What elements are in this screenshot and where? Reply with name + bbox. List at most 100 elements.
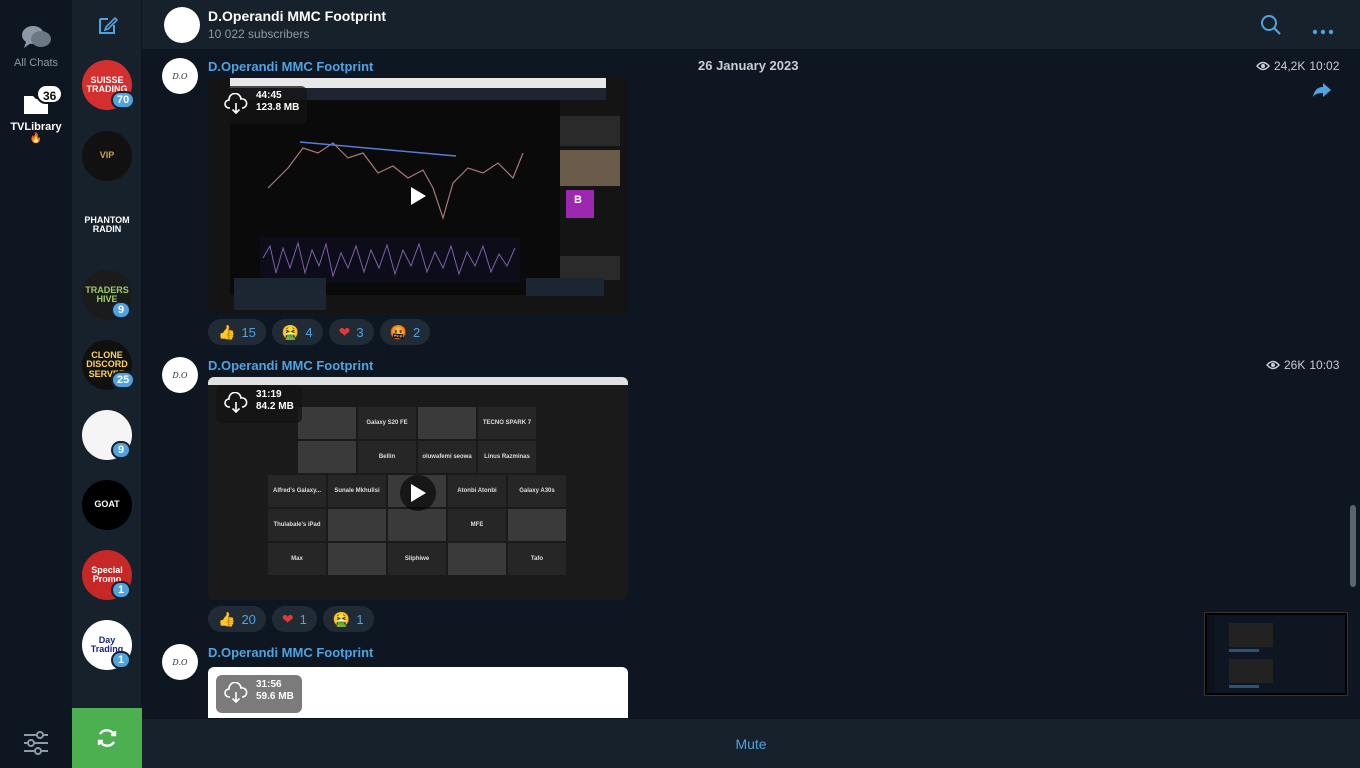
participant-name: MFE: [470, 522, 484, 528]
chat-view: D.Operandi MMC Footprint 10 022 subscrib…: [142, 0, 1360, 768]
video-player[interactable]: 31:56 59.6 MB: [208, 667, 628, 718]
participant-tile: Alfred's Galaxy...: [268, 475, 326, 507]
video-info-badge[interactable]: 31:56 59.6 MB: [216, 675, 302, 713]
chat-bubbles-icon: [22, 26, 51, 48]
more-options-icon[interactable]: [1312, 22, 1334, 40]
reaction-bar: 👍 20 ❤ 1 🤮 1: [208, 606, 374, 632]
chat-avatar-label: PHANTOM RADIN: [84, 214, 130, 234]
participant-tile: oluwafemi seowa: [418, 441, 476, 473]
participant-tile: [328, 509, 386, 541]
participant-tile: Galaxy S20 FE: [358, 407, 416, 439]
participant-tile: Sunale Mkhulisi: [328, 475, 386, 507]
unread-badge: 1: [111, 651, 131, 669]
participant-tile: [508, 509, 566, 541]
folder-unread-badge: 36: [36, 84, 64, 104]
message-avatar[interactable]: D.O: [162, 357, 198, 393]
participant-tile: [418, 407, 476, 439]
picture-in-picture-preview[interactable]: [1205, 613, 1347, 695]
video-player[interactable]: B 44:45 123.8 MB: [208, 78, 628, 313]
message-meta: 24,2K 10:02: [1256, 59, 1339, 73]
video-info-badge[interactable]: 44:45 123.8 MB: [216, 86, 308, 124]
view-count: 26K: [1284, 358, 1306, 372]
message-time: 10:03: [1309, 358, 1340, 372]
participant-name: Sunale Mkhulisi: [334, 488, 380, 494]
share-icon[interactable]: [1312, 82, 1332, 103]
participant-tile: Atonbi Atonbi: [448, 475, 506, 507]
unread-badge: 9: [111, 441, 131, 459]
participant-name: Alfred's Galaxy...: [272, 488, 321, 494]
chat-avatar[interactable]: GOAT: [82, 480, 132, 530]
folder-label: All Chats: [13, 57, 59, 69]
video-info-badge[interactable]: 31:19 84.2 MB: [216, 385, 302, 423]
folder-all-chats[interactable]: All Chats: [0, 24, 72, 69]
message-sender[interactable]: D.Operandi MMC Footprint: [208, 645, 373, 660]
chat-avatar[interactable]: VIP: [82, 131, 132, 181]
video-player[interactable]: Galaxy S20 FE TECNO SPARK 7 Bellin oluwafem…: [208, 377, 628, 600]
message-avatar[interactable]: D.O: [162, 644, 198, 680]
unread-badge: 1: [111, 581, 131, 599]
reaction-heart[interactable]: ❤ 1: [271, 606, 317, 632]
participant-tile: [298, 407, 356, 439]
video-size: 59.6 MB: [256, 691, 294, 702]
participant-name: Galaxy S20 FE: [366, 420, 408, 426]
reaction-vomit[interactable]: 🤮 1: [322, 606, 374, 632]
folder-rail: All Chats 36 TVLibrary 🔥: [0, 0, 72, 768]
chat-avatar-label: GOAT: [94, 499, 120, 510]
refresh-button[interactable]: [72, 708, 142, 768]
participant-tile: Linus Razminas: [478, 441, 536, 473]
participant-tile: Galaxy A30s: [508, 475, 566, 507]
participant-tile: [328, 543, 386, 575]
message-sender[interactable]: D.Operandi MMC Footprint: [208, 358, 373, 373]
play-icon[interactable]: [400, 475, 436, 511]
message-meta: 26K 10:03: [1266, 358, 1339, 372]
reaction-heart[interactable]: ❤ 3: [328, 319, 374, 345]
cloud-download-icon: [224, 93, 248, 115]
search-icon[interactable]: [1260, 14, 1282, 41]
view-count: 24,2K: [1274, 59, 1306, 73]
participant-name: Atonbi Atonbi: [457, 488, 497, 494]
participant-tile: Bellin: [358, 441, 416, 473]
folder-label: TVLibrary: [10, 121, 62, 133]
video-duration: 31:56: [256, 679, 282, 690]
mute-button[interactable]: Mute: [142, 718, 1360, 768]
participant-tile: TECNO SPARK 7: [478, 407, 536, 439]
participant-initial: B: [574, 194, 582, 206]
unread-badge: 9: [111, 301, 131, 319]
participant-tile: [388, 509, 446, 541]
participant-tile: Sliphiwe: [388, 543, 446, 575]
video-size: 84.2 MB: [256, 401, 294, 412]
participant-name: Galaxy A30s: [519, 488, 555, 494]
participant-tile: [298, 441, 356, 473]
reaction-thumbs-up[interactable]: 👍 20: [208, 606, 266, 632]
chat-scrollbar[interactable]: [1350, 505, 1356, 587]
participant-name: Bellin: [378, 454, 396, 460]
participant-name: Tafo: [530, 556, 544, 562]
participant-name: TECNO SPARK 7: [482, 420, 532, 426]
participant-tile: MFE: [448, 509, 506, 541]
participant-tile: Max: [268, 543, 326, 575]
reaction-vomit[interactable]: 🤮 4: [271, 319, 323, 345]
unread-badge: 25: [111, 371, 136, 389]
folder-tvlibrary[interactable]: 36 TVLibrary 🔥: [0, 84, 72, 144]
reaction-thumbs-up[interactable]: 👍 15: [208, 319, 266, 345]
participant-tile: Tafo: [508, 543, 566, 575]
message-avatar[interactable]: D.O: [162, 58, 198, 94]
participant-name: Thulabale's iPad: [273, 522, 321, 528]
chat-avatar[interactable]: PHANTOM RADIN: [82, 200, 132, 250]
message-time: 10:02: [1309, 59, 1340, 73]
channel-title[interactable]: D.Operandi MMC Footprint: [208, 8, 386, 24]
chat-list: SUISSE TRADING 70 VIP PHANTOM RADIN TRADERS …: [72, 0, 209, 768]
reaction-angry[interactable]: 🤬 2: [379, 319, 431, 345]
eye-icon: [1266, 360, 1280, 370]
settings-sliders-icon[interactable]: [22, 730, 50, 761]
participant-name: oluwafemi seowa: [422, 454, 472, 460]
channel-avatar[interactable]: [164, 7, 200, 43]
subscriber-count: 10 022 subscribers: [208, 27, 310, 41]
message-sender[interactable]: D.Operandi MMC Footprint: [208, 59, 373, 74]
participant-name: Sliphiwe: [404, 556, 430, 562]
play-icon[interactable]: [404, 182, 432, 210]
date-divider: 26 January 2023: [698, 58, 799, 73]
cloud-download-icon: [224, 682, 248, 704]
compose-icon[interactable]: [97, 14, 119, 41]
video-duration: 31:19: [256, 389, 282, 400]
